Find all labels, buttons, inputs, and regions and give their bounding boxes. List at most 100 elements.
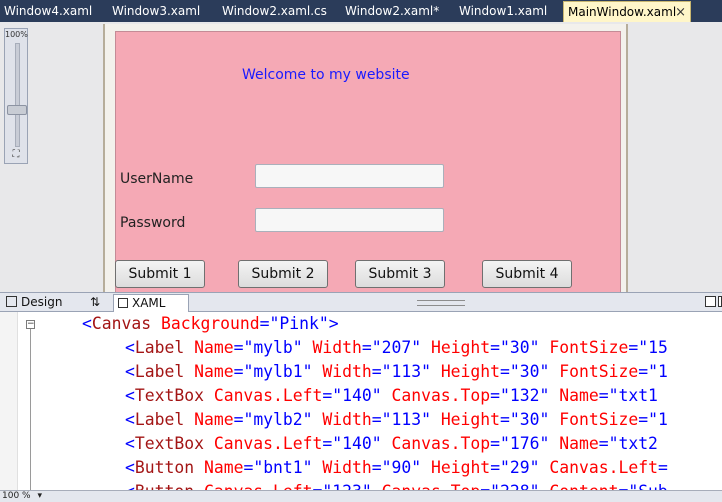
close-tab-icon[interactable]: × xyxy=(675,2,686,23)
code-token: Label xyxy=(134,338,185,357)
welcome-label[interactable]: Welcome to my website xyxy=(242,67,410,83)
horizontal-split-icon[interactable] xyxy=(718,296,722,307)
code-token: ="txt2 xyxy=(598,434,658,453)
design-view-icon xyxy=(6,296,17,307)
zoom-thumb[interactable] xyxy=(7,105,27,115)
code-token: ="30" xyxy=(500,410,560,429)
code-token: Canvas xyxy=(91,314,152,333)
view-splitter-bar: Design ⇅ XAML xyxy=(0,292,722,312)
code-token: ="Sub xyxy=(618,482,667,490)
tab-label: Window2.xaml.cs xyxy=(222,4,327,18)
code-token: ="90" xyxy=(371,458,431,477)
code-token: Name xyxy=(194,362,234,381)
password-textbox[interactable] xyxy=(255,208,444,232)
code-token: ="15 xyxy=(628,338,668,357)
tab-xaml[interactable]: XAML xyxy=(113,294,189,312)
code-token: Canvas.Top xyxy=(382,482,481,490)
code-line[interactable]: <Label Name="mylb2" Width="113" Height="… xyxy=(125,408,668,432)
code-line[interactable]: <Canvas Background="Pink"> xyxy=(82,312,339,336)
code-token: Content xyxy=(549,482,618,490)
password-label[interactable]: Password xyxy=(120,215,185,231)
code-token: ="1 xyxy=(638,410,668,429)
code-token: < xyxy=(125,434,135,453)
document-tab-strip: Window4.xaml Window3.xaml Window2.xaml.c… xyxy=(0,0,722,22)
code-token: < xyxy=(125,482,135,490)
code-token: = xyxy=(657,458,668,477)
code-token: Canvas.Left xyxy=(213,434,323,453)
tab-design[interactable]: Design xyxy=(6,294,62,311)
tab-label: Window4.xaml xyxy=(4,4,93,18)
code-token: Width xyxy=(322,458,372,477)
code-token: Label xyxy=(134,410,185,429)
username-label[interactable]: UserName xyxy=(120,171,193,187)
code-token: Height xyxy=(440,410,501,429)
tab-mainwindow[interactable]: MainWindow.xaml × xyxy=(563,1,691,22)
code-line[interactable]: <TextBox Canvas.Left="140" Canvas.Top="1… xyxy=(125,384,658,408)
fit-to-window-icon[interactable]: ⛶ xyxy=(7,148,25,162)
code-token: ="176" xyxy=(490,434,560,453)
xaml-code-editor[interactable]: − <Canvas Background="Pink"> <Label Name=… xyxy=(0,312,722,490)
code-token: Canvas.Left xyxy=(213,386,323,405)
collapse-icon[interactable]: − xyxy=(26,320,35,329)
tab-window3[interactable]: Window3.xaml xyxy=(108,1,206,22)
code-token: Name xyxy=(559,434,599,453)
code-token: ="132" xyxy=(490,386,560,405)
tab-window2-cs[interactable]: Window2.xaml.cs xyxy=(218,1,330,22)
code-token: FontSize xyxy=(549,338,629,357)
code-token: ="123" xyxy=(313,482,382,490)
code-token: Name xyxy=(194,338,234,357)
code-token: ="140" xyxy=(322,386,392,405)
code-token: FontSize xyxy=(559,362,639,381)
tab-window4[interactable]: Window4.xaml xyxy=(0,1,98,22)
submit-2-button[interactable]: Submit 2 xyxy=(238,260,328,288)
code-token: ="207" xyxy=(361,338,431,357)
editor-margin xyxy=(0,312,18,490)
tab-label: Window1.xaml xyxy=(459,4,548,18)
code-token: Button xyxy=(134,458,195,477)
code-token: < xyxy=(125,458,135,477)
code-token: Name xyxy=(194,410,234,429)
code-token: Background xyxy=(160,314,260,333)
submit-3-button[interactable]: Submit 3 xyxy=(355,260,445,288)
outline-line xyxy=(30,329,31,490)
code-token: ="30" xyxy=(490,338,550,357)
code-line[interactable]: <Label Name="mylb1" Width="113" Height="… xyxy=(125,360,668,384)
tab-window2-xaml[interactable]: Window2.xaml* xyxy=(341,1,445,22)
code-token: < xyxy=(125,386,135,405)
code-token: Name xyxy=(203,458,244,477)
code-token: TextBox xyxy=(134,386,204,405)
code-token: Label xyxy=(134,362,185,381)
swap-panes-button[interactable]: ⇅ xyxy=(90,294,100,311)
zoom-track[interactable] xyxy=(15,43,20,147)
code-token: Canvas.Top xyxy=(391,386,491,405)
zoom-percent: 100% xyxy=(5,30,28,39)
code-line[interactable]: <Button Name="bnt1" Width="90" Height="2… xyxy=(125,456,668,480)
code-token: Width xyxy=(322,362,372,381)
zoom-dropdown-icon[interactable]: ▾ xyxy=(37,491,42,501)
code-token: ="bnt1" xyxy=(243,458,323,477)
code-line[interactable]: <Button Canvas.Left="123" Canvas.Top="22… xyxy=(125,480,668,490)
tab-window1[interactable]: Window1.xaml xyxy=(455,1,555,22)
code-token: Height xyxy=(430,338,491,357)
editor-zoom-label[interactable]: 100 % xyxy=(2,491,31,501)
splitter-grip[interactable] xyxy=(417,300,465,306)
code-token: Canvas.Left xyxy=(549,458,658,477)
zoom-slider[interactable]: 100% ⛶ xyxy=(4,28,28,164)
tab-label: Window3.xaml xyxy=(112,4,201,18)
code-token: ="228" xyxy=(480,482,549,490)
code-token: ="30" xyxy=(500,362,560,381)
xaml-tab-label: XAML xyxy=(132,296,166,310)
code-line[interactable]: <TextBox Canvas.Left="140" Canvas.Top="1… xyxy=(125,432,658,456)
tab-label: MainWindow.xaml xyxy=(568,5,677,19)
vertical-split-icon[interactable] xyxy=(705,296,716,307)
submit-4-button[interactable]: Submit 4 xyxy=(482,260,572,288)
code-line[interactable]: <Label Name="mylb" Width="207" Height="3… xyxy=(125,336,668,360)
code-token: Height xyxy=(440,362,501,381)
submit-1-button[interactable]: Submit 1 xyxy=(115,260,205,288)
username-textbox[interactable] xyxy=(255,164,444,188)
code-token: Canvas.Left xyxy=(204,482,313,490)
